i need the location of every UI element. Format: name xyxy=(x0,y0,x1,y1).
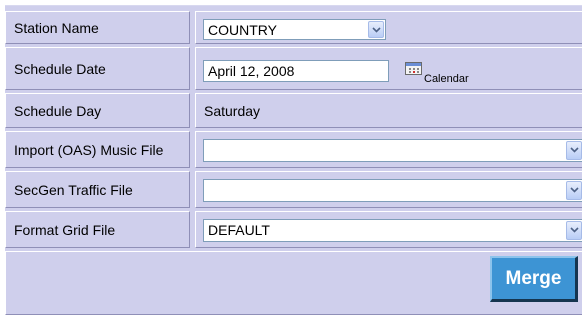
calendar-icon[interactable] xyxy=(405,62,422,75)
station-name-value: COUNTRY xyxy=(208,22,277,38)
traffic-file-label: SecGen Traffic File xyxy=(14,181,133,198)
chevron-down-icon[interactable] xyxy=(566,141,582,160)
station-name-label-cell: Station Name xyxy=(5,11,190,44)
format-grid-label: Format Grid File xyxy=(14,221,116,238)
calendar-link[interactable]: Calendar xyxy=(424,73,469,85)
music-file-value-cell xyxy=(195,131,582,168)
schedule-date-value-cell: April 12, 2008 Calendar xyxy=(195,47,582,90)
chevron-down-icon[interactable] xyxy=(566,181,582,200)
station-name-value-cell: COUNTRY xyxy=(195,11,582,44)
format-grid-label-cell: Format Grid File xyxy=(5,211,190,248)
schedule-day-value-cell: Saturday xyxy=(195,93,582,128)
traffic-file-label-cell: SecGen Traffic File xyxy=(5,171,190,208)
format-grid-value: DEFAULT xyxy=(208,222,270,238)
schedule-date-input[interactable]: April 12, 2008 xyxy=(203,60,389,82)
music-file-select[interactable] xyxy=(203,139,582,162)
station-name-label: Station Name xyxy=(14,19,99,36)
schedule-date-label-cell: Schedule Date xyxy=(5,47,190,90)
schedule-date-label: Schedule Date xyxy=(14,60,106,77)
traffic-file-select[interactable] xyxy=(203,179,582,202)
music-file-label-cell: Import (OAS) Music File xyxy=(5,131,190,168)
chevron-down-icon[interactable] xyxy=(368,21,384,38)
schedule-date-value: April 12, 2008 xyxy=(208,63,295,79)
schedule-day-label-cell: Schedule Day xyxy=(5,93,190,128)
chevron-down-icon[interactable] xyxy=(566,221,582,240)
music-file-label: Import (OAS) Music File xyxy=(14,141,164,158)
station-name-select[interactable]: COUNTRY xyxy=(203,19,386,40)
merge-button[interactable]: Merge xyxy=(490,256,578,302)
format-grid-value-cell: DEFAULT xyxy=(195,211,582,248)
schedule-day-label: Schedule Day xyxy=(14,102,102,119)
traffic-file-value-cell xyxy=(195,171,582,208)
schedule-day-value: Saturday xyxy=(204,102,261,119)
format-grid-select[interactable]: DEFAULT xyxy=(203,219,582,242)
